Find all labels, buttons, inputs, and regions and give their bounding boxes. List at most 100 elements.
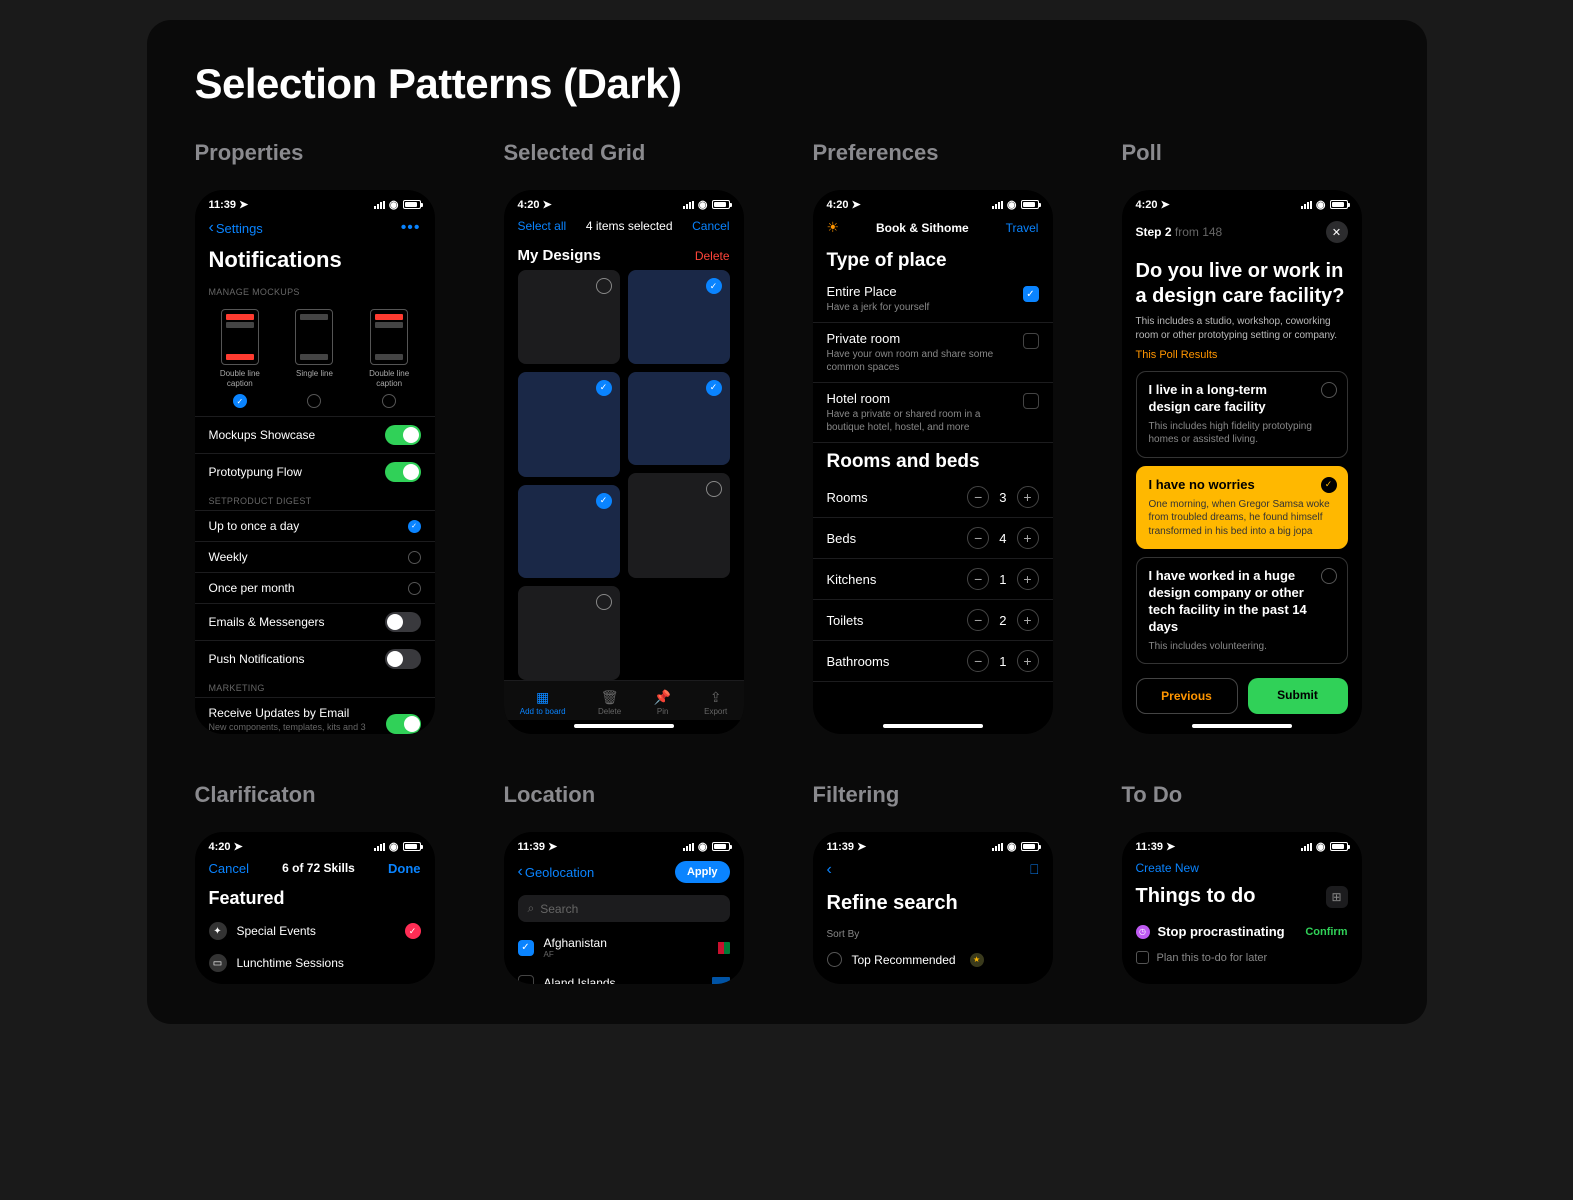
design-cell[interactable]	[518, 586, 620, 680]
minus-button[interactable]: −	[967, 650, 989, 672]
checkbox[interactable]	[1023, 286, 1039, 302]
location-arrow-icon: ➤	[1166, 840, 1175, 853]
location-arrow-icon: ➤	[857, 840, 866, 853]
mockup-option-3[interactable]: Double line caption	[357, 309, 421, 388]
wifi-icon: ◉	[1316, 198, 1326, 211]
minus-button[interactable]: −	[967, 609, 989, 631]
radio-button[interactable]	[408, 520, 421, 533]
search-input[interactable]: ⌕ Search	[518, 895, 730, 922]
place-option[interactable]: Entire PlaceHave a jerk for yourself	[813, 276, 1053, 323]
poll-option[interactable]: I live in a long-term design care facili…	[1136, 371, 1348, 458]
select-mark-icon	[596, 493, 612, 509]
plus-button[interactable]: +	[1017, 650, 1039, 672]
status-time: 11:39	[827, 841, 855, 853]
minus-button[interactable]: −	[967, 568, 989, 590]
nav-bar: ‹ ⎕	[813, 855, 1053, 884]
done-button[interactable]: Done	[388, 861, 421, 876]
plus-button[interactable]: +	[1017, 609, 1039, 631]
tab-export[interactable]: ⇪Export	[704, 689, 727, 716]
design-cell[interactable]	[518, 270, 620, 364]
design-cell[interactable]	[628, 270, 730, 364]
todo-subtask[interactable]: Plan this to-do for later	[1122, 947, 1362, 968]
checkbox[interactable]	[518, 940, 534, 956]
bookmark-icon[interactable]: ⎕	[1030, 861, 1038, 878]
plus-button[interactable]: +	[1017, 568, 1039, 590]
checkbox[interactable]	[518, 975, 534, 984]
radio-button[interactable]	[827, 952, 842, 967]
create-new-link[interactable]: Create New	[1122, 855, 1362, 881]
toggle-switch[interactable]	[385, 425, 421, 445]
toggle-switch[interactable]	[385, 612, 421, 632]
freq-row[interactable]: Weekly	[195, 541, 435, 572]
freq-row[interactable]: Once per month	[195, 572, 435, 603]
toggle-switch[interactable]	[385, 462, 421, 482]
todo-item[interactable]: ◷ Stop procrastinating Confirm	[1122, 916, 1362, 947]
stepper-value: 4	[999, 531, 1006, 546]
freq-row[interactable]: Up to once a day	[195, 510, 435, 541]
design-cell[interactable]	[628, 473, 730, 578]
radio-button[interactable]	[307, 394, 321, 408]
country-row[interactable]: AfghanistanAF	[504, 928, 744, 967]
cancel-button[interactable]: Cancel	[209, 861, 249, 876]
home-indicator[interactable]	[883, 724, 983, 728]
place-option[interactable]: Hotel roomHave a private or shared room …	[813, 383, 1053, 443]
freq-label: Once per month	[209, 581, 295, 595]
submit-button[interactable]: Submit	[1248, 678, 1348, 714]
back-button[interactable]: ‹Geolocation	[518, 864, 595, 880]
skill-row[interactable]: ✦ Special Events	[195, 915, 435, 947]
mockup-option-2[interactable]: Single line	[282, 309, 346, 388]
previous-button[interactable]: Previous	[1136, 678, 1238, 714]
option-title: Hotel room	[827, 391, 1013, 406]
tab-add-to-board[interactable]: ▦Add to board	[520, 689, 566, 716]
country-row[interactable]: Aland Islands	[504, 967, 744, 984]
checkbox[interactable]	[1136, 951, 1149, 964]
country-name: Aland Islands	[544, 976, 702, 984]
option-title: Entire Place	[827, 284, 930, 299]
radio-button[interactable]	[233, 394, 247, 408]
design-cell[interactable]	[628, 372, 730, 466]
section-title: Properties	[195, 140, 452, 166]
back-button[interactable]: ‹	[827, 862, 832, 878]
close-button[interactable]: ✕	[1326, 221, 1348, 243]
home-indicator[interactable]	[574, 724, 674, 728]
plus-button[interactable]: +	[1017, 486, 1039, 508]
skills-count: 6 of 72 Skills	[282, 861, 355, 876]
skill-row[interactable]: ▭ Lunchtime Sessions	[195, 947, 435, 979]
radio-button[interactable]	[408, 551, 421, 564]
apply-button[interactable]: Apply	[675, 861, 730, 883]
mockup-option-1[interactable]: Double line caption	[208, 309, 272, 388]
checkbox[interactable]	[1023, 393, 1039, 409]
poll-option[interactable]: I have worked in a huge design company o…	[1136, 557, 1348, 664]
checkbox[interactable]	[1023, 333, 1039, 349]
travel-button[interactable]: Travel	[1006, 221, 1039, 235]
back-button[interactable]: ‹Settings	[209, 220, 263, 236]
radio-button[interactable]	[382, 394, 396, 408]
select-all-button[interactable]: Select all	[518, 219, 567, 233]
confirm-button[interactable]: Confirm	[1305, 926, 1347, 938]
toggle-switch[interactable]	[386, 714, 420, 734]
minus-button[interactable]: −	[967, 486, 989, 508]
design-cell[interactable]	[518, 485, 620, 579]
location-arrow-icon: ➤	[234, 840, 243, 853]
toggle-switch[interactable]	[385, 649, 421, 669]
home-indicator[interactable]	[1192, 724, 1292, 728]
more-button[interactable]: •••	[401, 219, 421, 237]
status-right: ◉	[1301, 840, 1348, 853]
tab-delete[interactable]: 🗑Delete	[598, 689, 621, 716]
poll-results-link[interactable]: This Poll Results	[1122, 349, 1362, 371]
plus-button[interactable]: +	[1017, 527, 1039, 549]
place-option[interactable]: Private roomHave your own room and share…	[813, 323, 1053, 383]
radio-button[interactable]	[408, 582, 421, 595]
sunrise-icon[interactable]: ☀	[827, 219, 840, 236]
status-bar: 11:39 ➤ ◉	[1122, 832, 1362, 855]
toggle-row: Receive Updates by EmailNew components, …	[195, 697, 435, 734]
delete-button[interactable]: Delete	[695, 249, 730, 263]
minus-button[interactable]: −	[967, 527, 989, 549]
sort-option[interactable]: Top Recommended ★	[813, 944, 1053, 975]
wifi-icon: ◉	[1316, 840, 1326, 853]
tab-pin[interactable]: 📌Pin	[654, 689, 672, 716]
cancel-button[interactable]: Cancel	[692, 219, 729, 233]
poll-option[interactable]: I have no worriesOne morning, when Grego…	[1136, 466, 1348, 549]
category-icon[interactable]: ⊞	[1326, 886, 1348, 908]
design-cell[interactable]	[518, 372, 620, 477]
